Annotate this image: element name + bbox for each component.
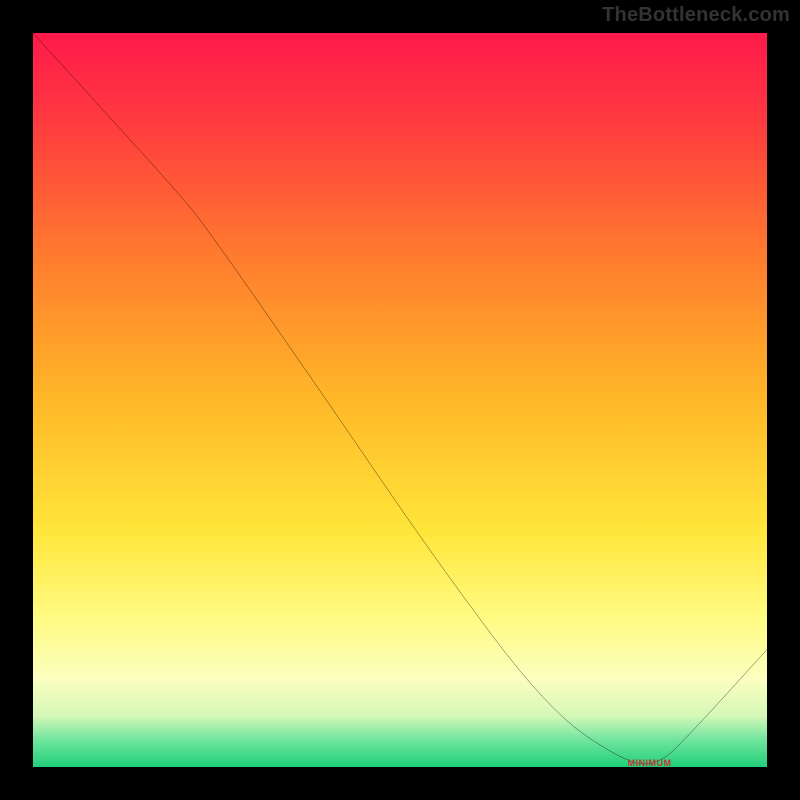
plot-area: MINIMUM: [30, 30, 770, 770]
minimum-marker-label: MINIMUM: [628, 758, 672, 768]
bottleneck-curve: [33, 33, 767, 767]
watermark-text: TheBottleneck.com: [602, 4, 790, 27]
chart-stage: TheBottleneck.com MINIMUM: [0, 0, 800, 800]
